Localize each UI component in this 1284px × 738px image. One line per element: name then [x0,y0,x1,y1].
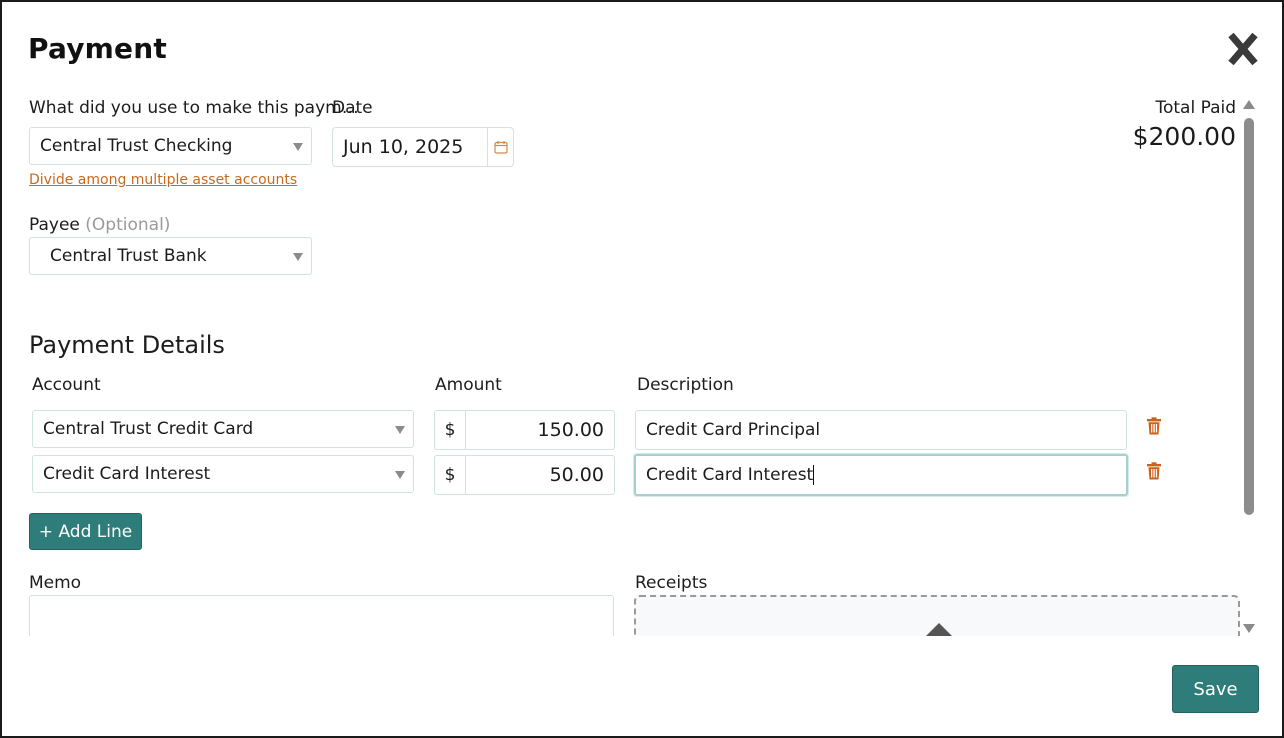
payment-dialog: Payment What did you use to make this pa… [0,0,1284,738]
trash-icon [1147,417,1161,435]
currency-symbol: $ [435,456,466,494]
payee-label: Payee (Optional) [29,215,170,235]
payment-details-heading: Payment Details [29,331,225,359]
scroll-down-icon[interactable] [1243,624,1255,633]
currency-symbol: $ [435,411,466,449]
source-account-value: Central Trust Checking [40,136,233,156]
dialog-footer [2,636,1282,736]
source-account-select[interactable]: Central Trust Checking [29,127,312,165]
line-amount-value: 150.00 [537,419,604,441]
line-description-input[interactable]: Credit Card Principal [635,410,1127,450]
total-paid-value: $200.00 [1132,122,1236,151]
save-button[interactable]: Save [1172,665,1259,713]
payee-label-text: Payee [29,215,80,235]
chevron-down-icon [395,426,405,434]
date-value: Jun 10, 2025 [333,128,488,166]
total-paid-label: Total Paid [1155,98,1236,118]
payee-value: Central Trust Bank [50,246,207,266]
line-description-value: Credit Card Principal [646,420,821,440]
description-column-header: Description [637,375,734,395]
divide-accounts-link[interactable]: Divide among multiple asset accounts [29,172,297,188]
payee-optional-hint: (Optional) [85,215,171,235]
line-account-select[interactable]: Credit Card Interest [32,455,414,493]
calendar-icon [493,141,508,154]
chevron-down-icon [395,471,405,479]
delete-line-button[interactable] [1146,462,1162,480]
line-amount-value: 50.00 [549,464,604,486]
close-button[interactable] [1228,32,1258,66]
payee-select[interactable]: Central Trust Bank [29,237,312,275]
chevron-down-icon [293,253,303,261]
line-description-input[interactable]: Credit Card Interest [634,454,1128,496]
date-field[interactable]: Jun 10, 2025 [332,127,514,167]
line-account-select[interactable]: Central Trust Credit Card [32,410,414,448]
scroll-up-icon[interactable] [1243,100,1255,109]
source-account-label: What did you use to make this paym… [29,98,359,118]
text-cursor [813,465,815,485]
calendar-button[interactable] [488,128,513,166]
add-line-button[interactable]: + Add Line [29,513,142,550]
date-label: Date [332,98,373,118]
dialog-title: Payment [28,32,167,65]
amount-column-header: Amount [435,375,502,395]
trash-icon [1147,462,1161,480]
line-account-value: Central Trust Credit Card [43,419,254,439]
delete-line-button[interactable] [1146,417,1162,435]
close-icon [1228,32,1258,66]
memo-label: Memo [29,573,82,593]
scrollbar-thumb[interactable] [1244,118,1254,515]
line-amount-field[interactable]: $ 150.00 [434,410,615,450]
account-column-header: Account [32,375,101,395]
line-description-value: Credit Card Interest [646,465,814,485]
receipts-label: Receipts [635,573,708,593]
chevron-down-icon [293,143,303,151]
upload-icon [925,623,953,637]
line-account-value: Credit Card Interest [43,464,211,484]
line-amount-field[interactable]: $ 50.00 [434,455,615,495]
